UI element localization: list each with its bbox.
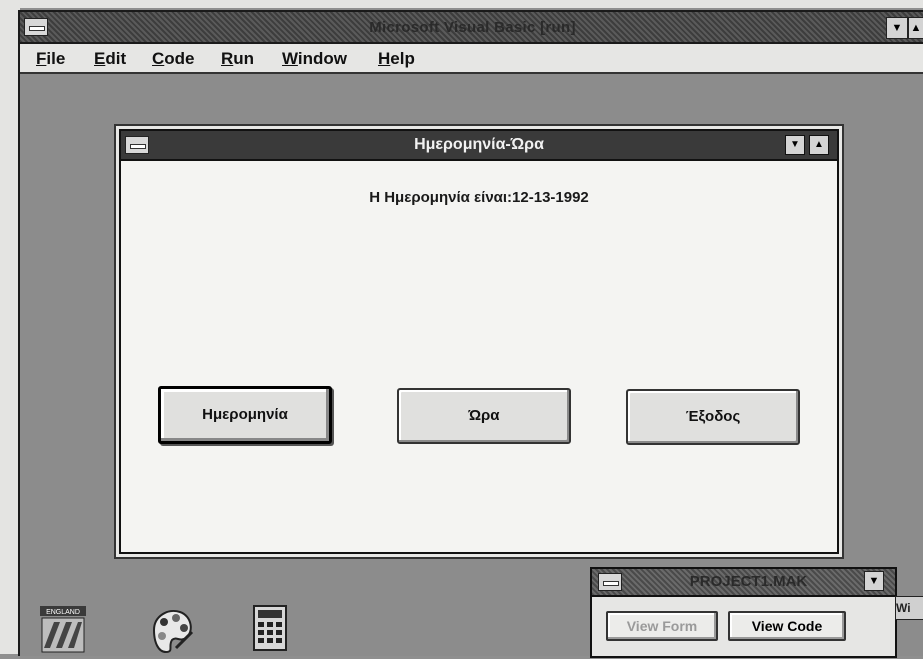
menu-file[interactable]: File xyxy=(36,49,65,69)
menu-help[interactable]: Help xyxy=(378,49,415,69)
project-title: PROJECT1.MAK xyxy=(689,573,808,590)
menu-window[interactable]: Window xyxy=(282,49,347,69)
maximize-button[interactable]: ▲ xyxy=(908,17,923,39)
project-titlebar: PROJECT1.MAK ▼ xyxy=(592,569,895,597)
date-label: Η Ημερομηνία είναι:12-13-1992 xyxy=(369,189,589,206)
date-button[interactable]: Ημερομηνία xyxy=(158,386,332,444)
palette-icon[interactable] xyxy=(146,604,196,659)
window-title: Microsoft Visual Basic [run] xyxy=(369,19,576,36)
view-form-button[interactable]: View Form xyxy=(606,611,718,641)
form-maximize-button[interactable]: ▲ xyxy=(809,135,829,155)
background-window-tab[interactable]: Wi xyxy=(895,596,923,620)
project-system-menu-button[interactable] xyxy=(598,573,622,591)
svg-text:ENGLAND: ENGLAND xyxy=(46,609,80,616)
form-window: Ημερομηνία-Ώρα ▼ ▲ Η Ημερομηνία είναι:12… xyxy=(119,129,839,554)
form-title: Ημερομηνία-Ώρα xyxy=(414,136,544,153)
vb-titlebar: Microsoft Visual Basic [run] ▼ ▲ xyxy=(20,12,923,44)
menu-code[interactable]: Code xyxy=(152,49,195,69)
minimize-button[interactable]: ▼ xyxy=(886,17,908,39)
paper-border-left xyxy=(0,0,20,654)
form-minimize-button[interactable]: ▼ xyxy=(785,135,805,155)
menu-bar: File Edit Code Run Window Help xyxy=(20,44,923,74)
view-code-button[interactable]: View Code xyxy=(728,611,846,641)
exit-button[interactable]: Έξοδος xyxy=(626,389,800,445)
project-window: PROJECT1.MAK ▼ View Form View Code xyxy=(590,567,897,658)
time-button[interactable]: Ώρα xyxy=(397,388,571,444)
menu-edit[interactable]: Edit xyxy=(94,49,126,69)
project-minimize-button[interactable]: ▼ xyxy=(864,571,884,591)
england-icon[interactable]: ENGLAND xyxy=(38,604,88,659)
calculator-icon[interactable] xyxy=(250,604,290,659)
menu-run[interactable]: Run xyxy=(221,49,254,69)
form-titlebar: Ημερομηνία-Ώρα ▼ ▲ xyxy=(121,131,837,161)
paper-border-top xyxy=(0,0,923,8)
